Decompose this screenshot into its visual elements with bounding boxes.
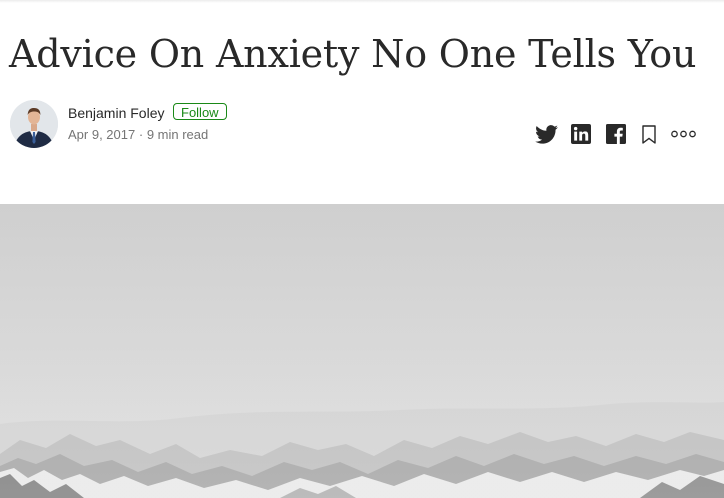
author-name[interactable]: Benjamin Foley xyxy=(68,104,165,122)
article-title: Advice On Anxiety No One Tells You xyxy=(9,32,697,76)
facebook-icon xyxy=(606,124,626,144)
bookmark-icon xyxy=(642,124,656,144)
bookmark-button[interactable] xyxy=(639,122,659,146)
share-twitter-button[interactable] xyxy=(534,122,558,146)
article-meta: Apr 9, 2017 · 9 min read xyxy=(68,126,208,143)
more-icon xyxy=(670,130,696,138)
article-page: Advice On Anxiety No One Tells You Benja… xyxy=(0,0,724,498)
read-time: 9 min read xyxy=(146,127,209,142)
hero-image xyxy=(0,204,724,498)
more-options-button[interactable] xyxy=(670,122,696,146)
linkedin-icon xyxy=(571,124,591,144)
share-facebook-button[interactable] xyxy=(604,122,628,146)
snowy-mountain-photo xyxy=(0,204,724,498)
avatar-portrait xyxy=(10,100,58,148)
author-avatar[interactable] xyxy=(10,100,58,148)
follow-button[interactable]: Follow xyxy=(173,103,227,120)
top-bar-shadow xyxy=(0,0,724,3)
twitter-icon xyxy=(534,124,558,144)
meta-separator: · xyxy=(138,127,144,142)
publish-date: Apr 9, 2017 xyxy=(68,127,136,142)
share-linkedin-button[interactable] xyxy=(569,122,593,146)
